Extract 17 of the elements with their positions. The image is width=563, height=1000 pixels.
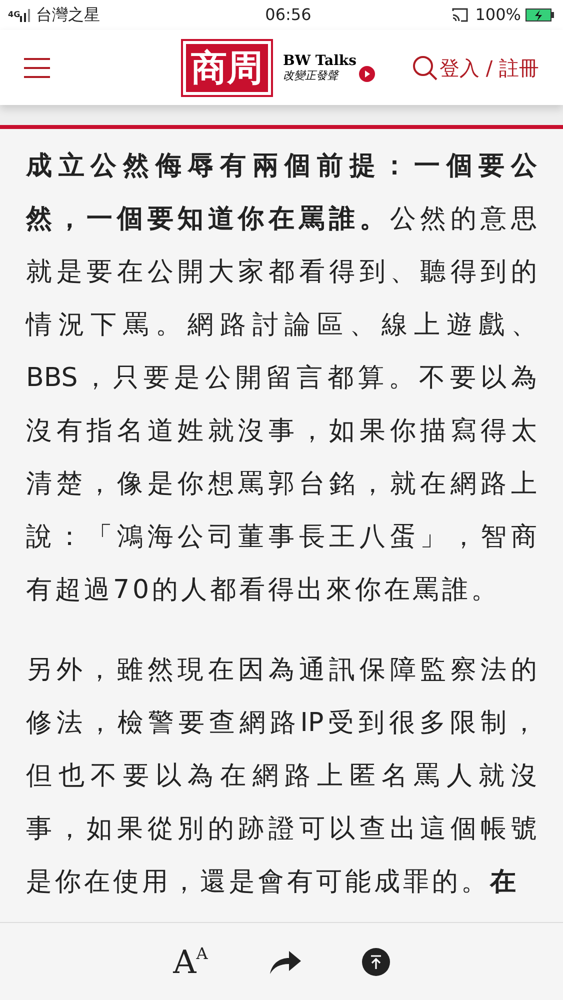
network-indicator: 4G — [8, 11, 20, 19]
scroll-top-icon[interactable] — [362, 948, 390, 976]
logo-slogan: 改變正發聲 — [283, 68, 340, 82]
article-paragraph: 另外，雖然現在因為通訊保障監察法的 修法，檢警要查網路IP受到很多限制， 但也不要以為在網路上匿名罵人就沒 事，如果從別的跡證可以查出這個帳號 是你在使用，還是會有可能成罪的。在 — [26, 654, 537, 899]
play-icon[interactable] — [359, 66, 376, 82]
search-icon[interactable] — [412, 54, 438, 80]
logo[interactable]: 商周 — [183, 40, 271, 94]
share-icon[interactable] — [268, 948, 302, 974]
clock-time: 06:56 — [265, 4, 312, 26]
article-paragraph: 成立公然侮辱有兩個前提：一個要公 然，一個要知道你在罵誰。公然的意思 就是要在公開大家都看得到、聽得到的 情況下罵。網路討論區、線上遊戲、 BBS，只要是公開留言都算。不要以為 沒有指名道姓就沒事，如果你描寫得太 清楚，像是你想罵郭台銘，就在網路上 說：「鴻海公司董事長王八蛋」，智商 有超過70的人都看得出來你在罵誰。 — [26, 150, 537, 607]
battery-percent: 100% — [475, 4, 521, 26]
login-link[interactable]: 登入 / 註冊 — [440, 52, 539, 82]
cast-icon — [451, 7, 470, 23]
logo-subtitle: BW Talks — [283, 52, 356, 68]
carrier-name: 台灣之星 — [36, 4, 100, 26]
signal-icon — [20, 8, 32, 22]
menu-icon[interactable] — [24, 58, 50, 78]
